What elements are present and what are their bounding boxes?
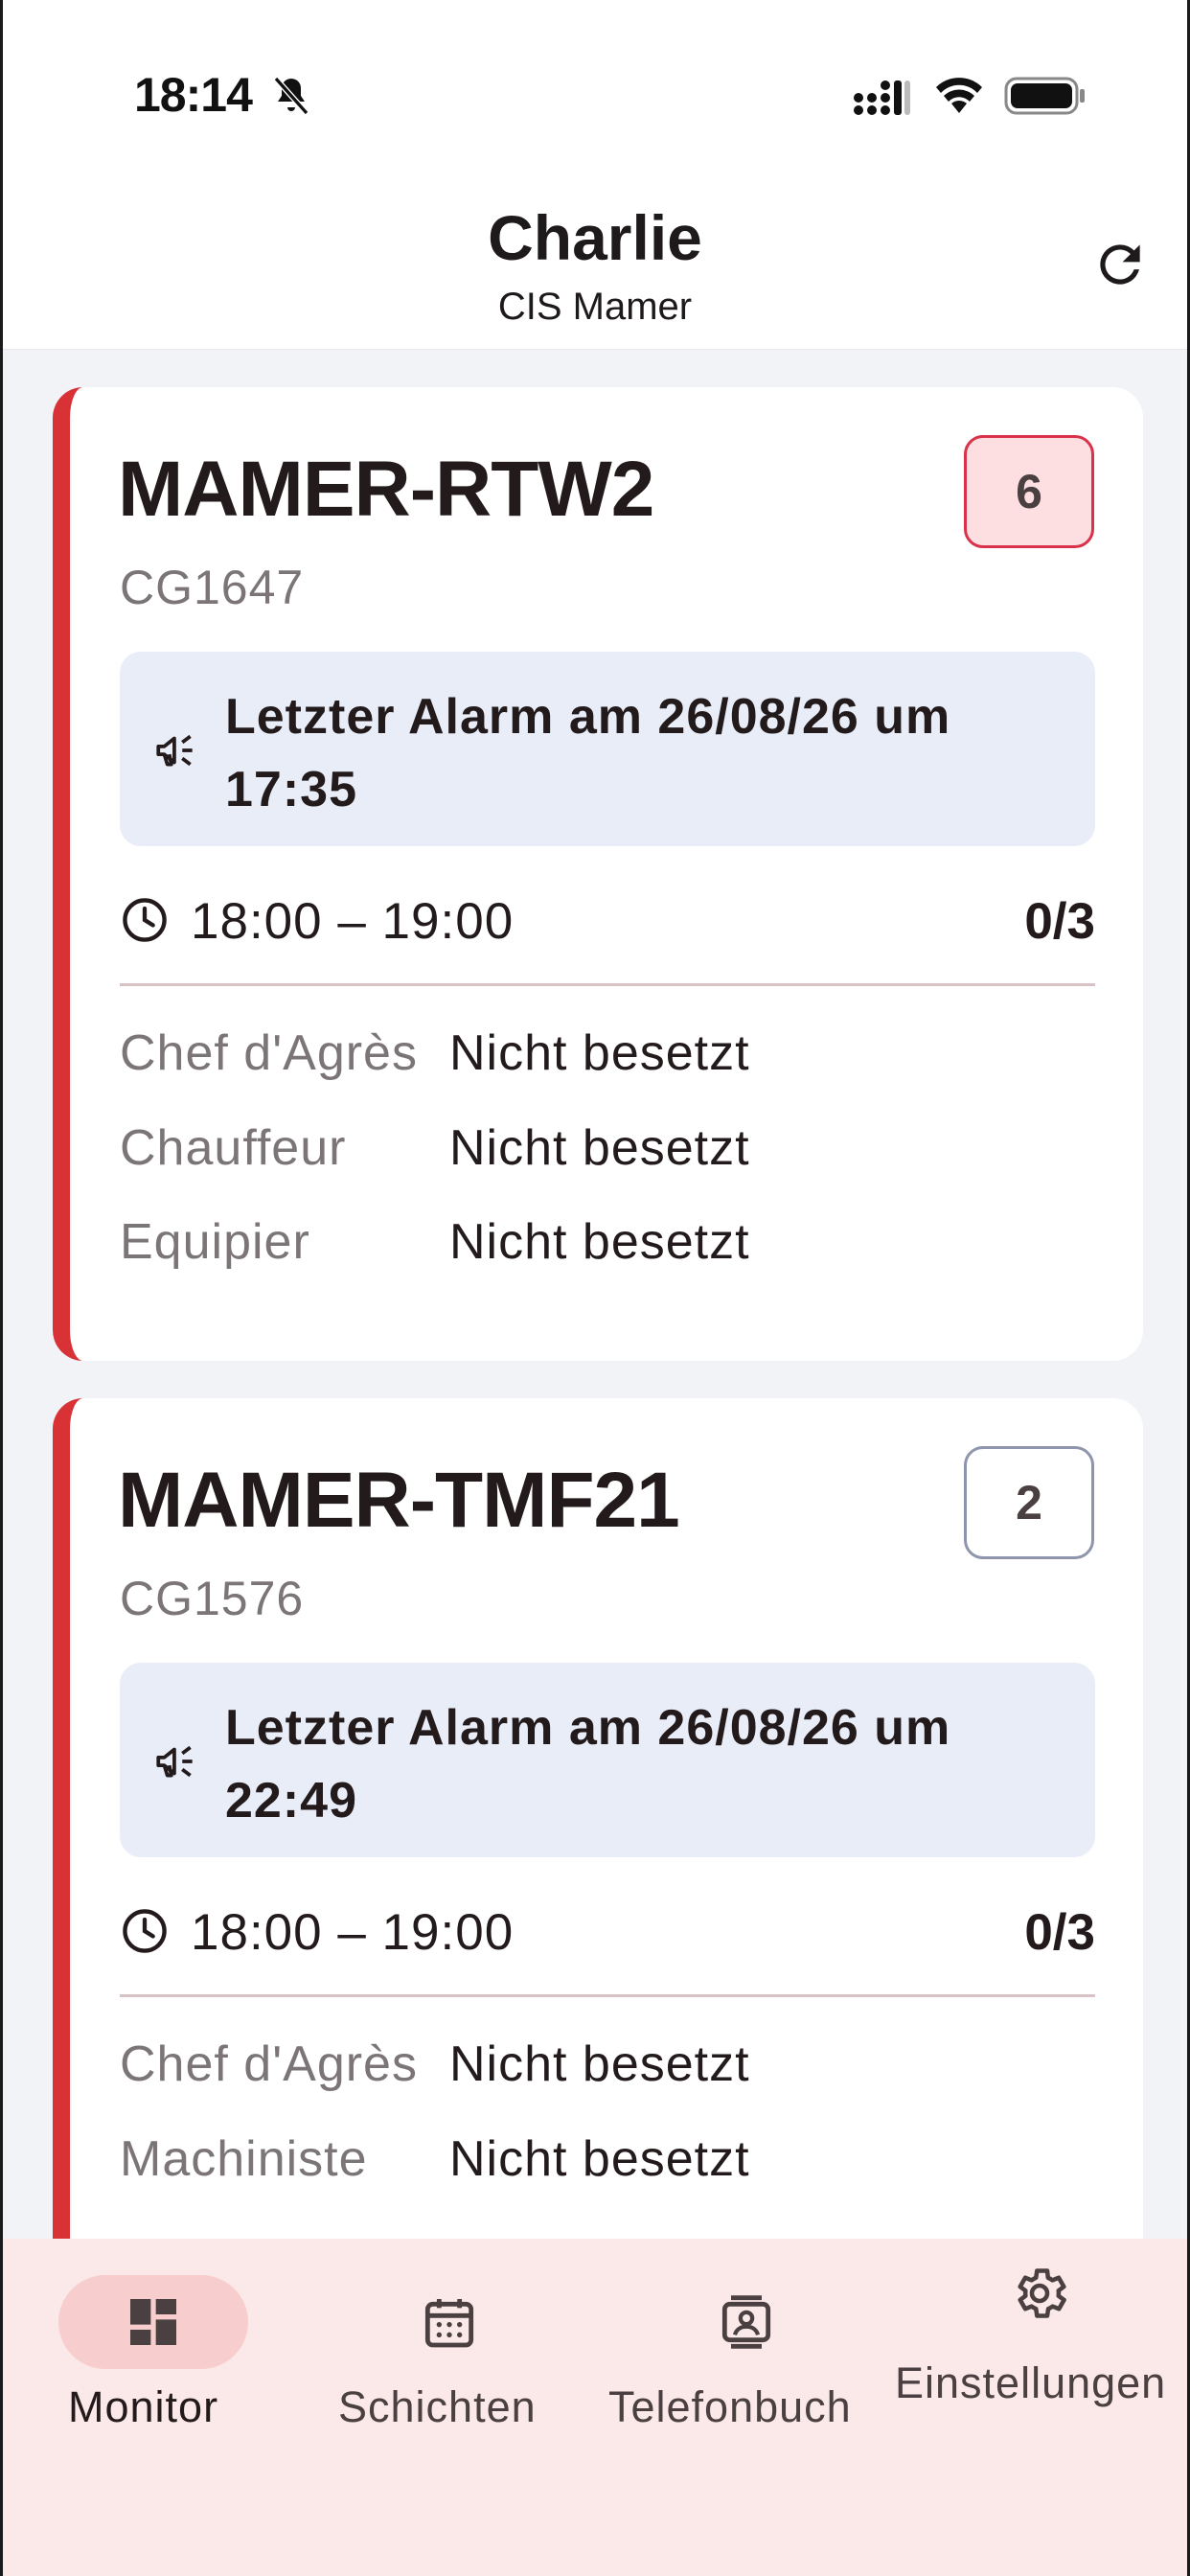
contacts-icon bbox=[721, 2295, 771, 2349]
shift-time-range: 18:00 – 19:00 bbox=[191, 893, 515, 950]
nav-label: Schichten bbox=[338, 2382, 537, 2431]
app-header: Charlie CIS Mamer bbox=[3, 192, 1187, 350]
nav-item-schichten[interactable]: Schichten bbox=[300, 2239, 597, 2488]
battery-icon bbox=[1004, 77, 1085, 115]
shift-time-row: 18:00 – 19:00 0/3 bbox=[120, 889, 1095, 956]
calendar-icon bbox=[424, 2299, 474, 2348]
clock-icon bbox=[123, 1909, 167, 1953]
unit-list[interactable]: MAMER-RTW2 CG1647 6 Letzter Alarm am 26/… bbox=[3, 351, 1187, 2239]
shift-time-row: 18:00 – 19:00 0/3 bbox=[120, 1900, 1095, 1967]
status-bar: 18:14 bbox=[3, 0, 1187, 192]
last-alarm-banner: Letzter Alarm am 26/08/26 um 17:35 bbox=[120, 652, 1095, 846]
role-label: Chauffeur bbox=[120, 1120, 347, 1176]
signal-icon bbox=[854, 80, 910, 115]
refresh-icon[interactable] bbox=[1090, 235, 1150, 294]
nav-item-telefonbuch[interactable]: Telefonbuch bbox=[597, 2239, 894, 2488]
unit-name: MAMER-RTW2 bbox=[118, 446, 654, 533]
last-alarm-text: Letzter Alarm am 26/08/26 um 22:49 bbox=[225, 1700, 951, 1828]
nav-label: Einstellungen bbox=[895, 2358, 1167, 2407]
megaphone-icon bbox=[156, 734, 193, 767]
page-subtitle: CIS Mamer bbox=[497, 286, 693, 328]
unit-badge: 2 bbox=[964, 1446, 1094, 1559]
role-value: Nicht besetzt bbox=[449, 1120, 750, 1176]
staffing-count: 0/3 bbox=[1024, 1904, 1095, 1961]
role-value: Nicht besetzt bbox=[449, 2036, 750, 2092]
role-label: Machiniste bbox=[120, 2131, 368, 2187]
app-screen: 18:14 Charlie CIS Mamer MAMER-RTW2 CG164… bbox=[0, 0, 1190, 2576]
bottom-navigation: Monitor Schichten Telefonbuch Einstellun… bbox=[3, 2239, 1187, 2576]
role-label: Equipier bbox=[120, 1214, 310, 1270]
unit-code: CG1576 bbox=[120, 1572, 305, 1625]
role-row: Machiniste Nicht besetzt bbox=[120, 2130, 1095, 2197]
last-alarm-banner: Letzter Alarm am 26/08/26 um 22:49 bbox=[120, 1663, 1095, 1857]
unit-name: MAMER-TMF21 bbox=[118, 1457, 680, 1544]
role-value: Nicht besetzt bbox=[449, 1025, 750, 1081]
divider bbox=[120, 1994, 1095, 1997]
status-time: 18:14 bbox=[134, 68, 253, 122]
clock-icon bbox=[123, 898, 167, 942]
bell-slash-icon bbox=[273, 77, 309, 115]
unit-card[interactable]: MAMER-RTW2 CG1647 6 Letzter Alarm am 26/… bbox=[53, 387, 1143, 1361]
role-row: Chauffeur Nicht besetzt bbox=[120, 1119, 1095, 1186]
unit-code: CG1647 bbox=[120, 561, 305, 614]
role-row: Equipier Nicht besetzt bbox=[120, 1213, 1095, 1280]
wifi-icon bbox=[936, 78, 982, 113]
divider bbox=[120, 983, 1095, 986]
nav-label: Telefonbuch bbox=[608, 2382, 852, 2431]
dashboard-icon bbox=[130, 2299, 176, 2345]
unit-card[interactable]: MAMER-TMF21 CG1576 2 Letzter Alarm am 26… bbox=[53, 1398, 1143, 2239]
nav-label: Monitor bbox=[68, 2382, 219, 2431]
role-label: Chef d'Agrès bbox=[120, 1025, 418, 1081]
last-alarm-text: Letzter Alarm am 26/08/26 um 17:35 bbox=[225, 689, 951, 817]
gear-icon bbox=[1018, 2268, 1066, 2318]
staffing-count: 0/3 bbox=[1024, 893, 1095, 950]
nav-item-monitor[interactable]: Monitor bbox=[3, 2239, 300, 2488]
page-title: Charlie bbox=[488, 202, 702, 273]
role-row: Chef d'Agrès Nicht besetzt bbox=[120, 1024, 1095, 1092]
role-row: Chef d'Agrès Nicht besetzt bbox=[120, 2036, 1095, 2103]
shift-time-range: 18:00 – 19:00 bbox=[191, 1904, 515, 1961]
unit-badge: 6 bbox=[964, 435, 1094, 548]
role-value: Nicht besetzt bbox=[449, 2131, 750, 2187]
role-label: Chef d'Agrès bbox=[120, 2036, 418, 2092]
role-value: Nicht besetzt bbox=[449, 1214, 750, 1270]
nav-item-einstellungen[interactable]: Einstellungen bbox=[894, 2239, 1187, 2488]
megaphone-icon bbox=[156, 1745, 193, 1778]
